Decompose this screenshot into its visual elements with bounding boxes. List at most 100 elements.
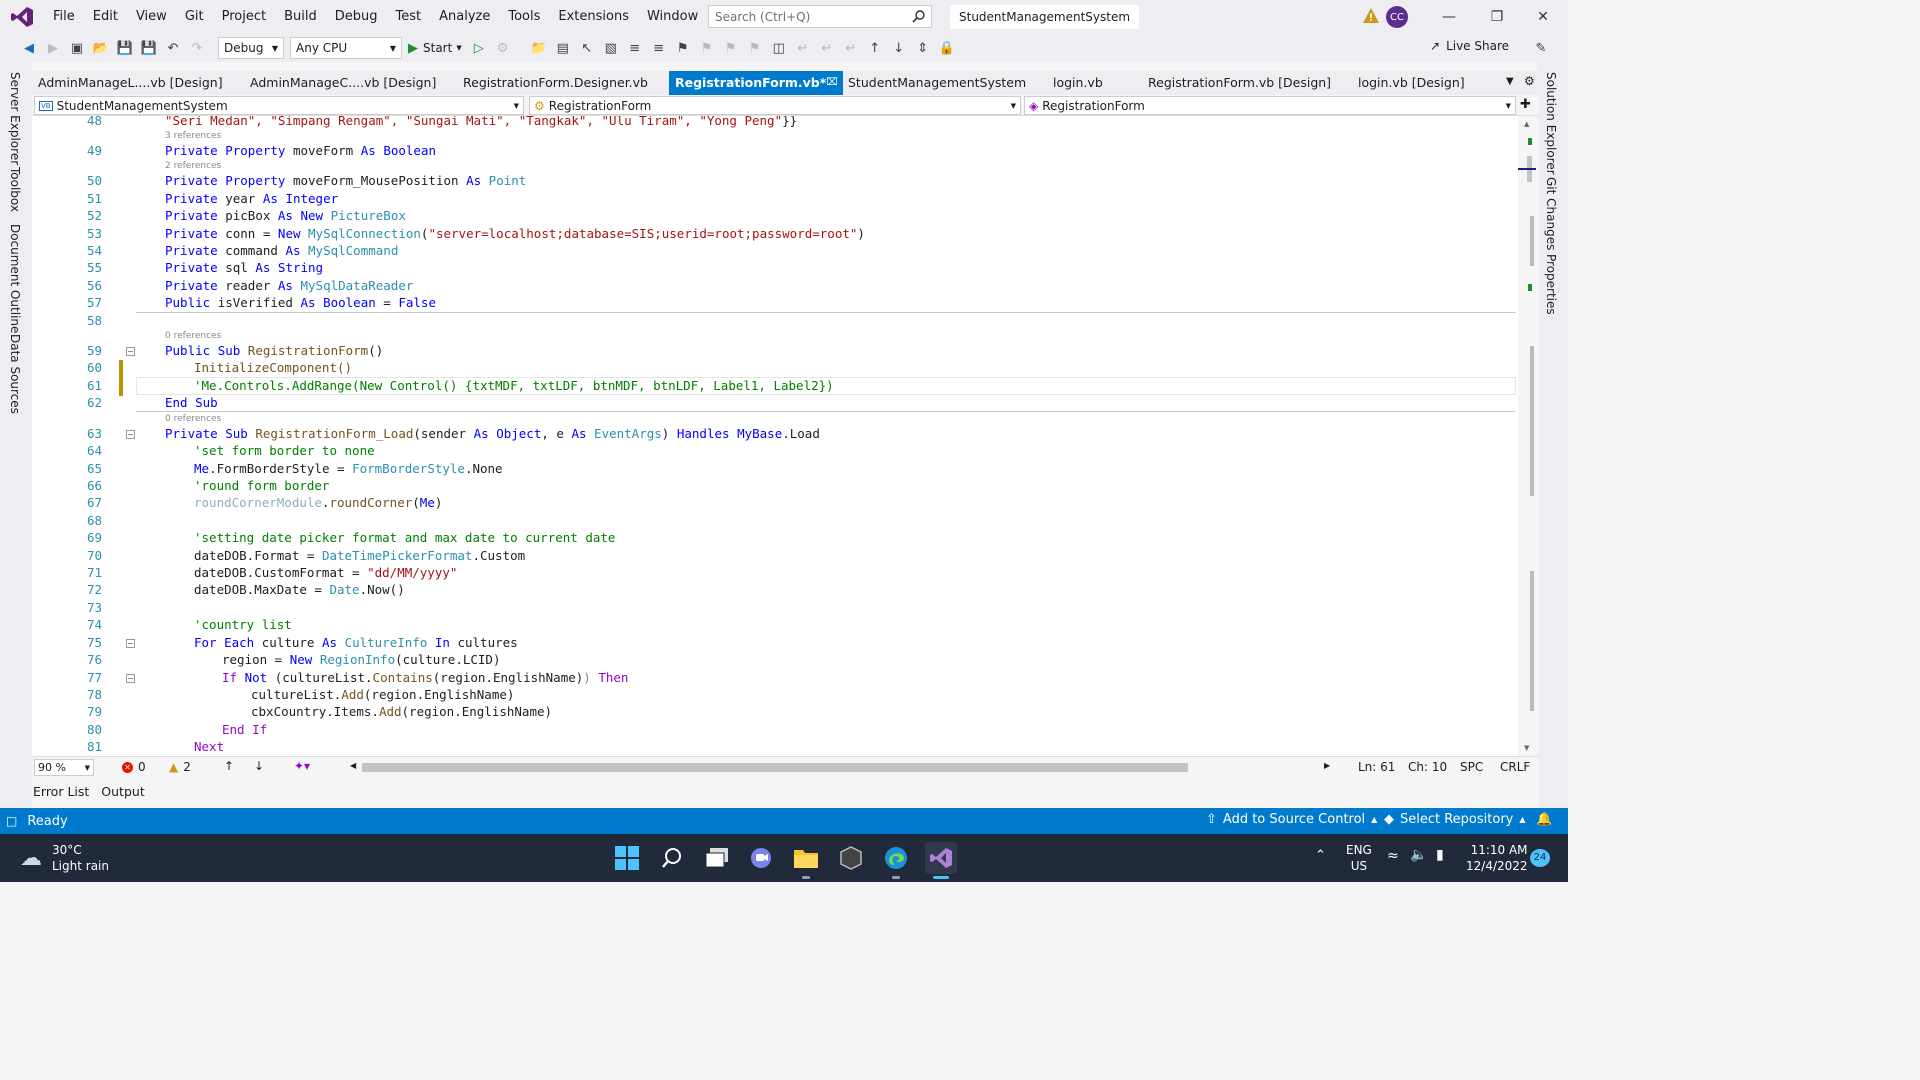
redo-icon[interactable]: ↷ bbox=[186, 37, 208, 59]
data-sources-tab[interactable]: Data Sources bbox=[8, 334, 22, 414]
member-dropdown[interactable]: ◈ RegistrationForm ▼ bbox=[1024, 96, 1516, 115]
menu-git[interactable]: Git bbox=[176, 0, 213, 34]
app-button[interactable] bbox=[835, 842, 867, 874]
step-over-icon[interactable]: ↵ bbox=[816, 37, 838, 59]
tab-settings-gear-icon[interactable]: ⚙ bbox=[1524, 74, 1535, 88]
project-dropdown[interactable]: VB StudentManagementSystem ▼ bbox=[34, 96, 524, 115]
user-avatar[interactable]: CC bbox=[1386, 6, 1408, 28]
comment-icon[interactable]: ≡ bbox=[648, 37, 670, 59]
properties-tab[interactable]: Properties bbox=[1544, 254, 1558, 315]
restore-button[interactable]: ❐ bbox=[1474, 0, 1520, 34]
line-indicator[interactable]: Ln: 61 bbox=[1358, 760, 1395, 774]
weather-widget[interactable]: ☁ 30°C Light rain bbox=[20, 842, 109, 874]
code-cleanup-icon[interactable]: ✦▾ bbox=[294, 759, 310, 773]
class-dropdown[interactable]: ⚙ RegistrationForm ▼ bbox=[529, 96, 1021, 115]
server-explorer-tab[interactable]: Server Explorer bbox=[8, 72, 22, 165]
minimize-button[interactable]: — bbox=[1426, 0, 1472, 34]
split-window-icon[interactable]: ✚ bbox=[1520, 97, 1531, 112]
solution-explorer-tab[interactable]: Solution Explorer bbox=[1544, 72, 1558, 175]
tab-error-list[interactable]: Error List bbox=[33, 784, 89, 799]
previous-issue-icon[interactable]: ↑ bbox=[224, 759, 234, 773]
live-share-button[interactable]: ↗ Live Share bbox=[1430, 39, 1509, 53]
tab-adminmanagel-design[interactable]: AdminManageL....vb [Design] bbox=[32, 71, 229, 95]
menu-project[interactable]: Project bbox=[213, 0, 275, 34]
column-indicator[interactable]: Ch: 10 bbox=[1408, 760, 1447, 774]
scroll-down-icon[interactable]: ▼ bbox=[1524, 744, 1529, 752]
code-editor[interactable]: 48 49 50 51 52 53 54 55 56 57 58 59 60 6… bbox=[32, 116, 1518, 756]
start-without-debugging-icon[interactable]: ▷ bbox=[468, 37, 490, 59]
select-repository-button[interactable]: ◆ Select Repository ▲ bbox=[1384, 812, 1526, 827]
collapse-region-icon[interactable]: − bbox=[126, 674, 135, 683]
navigate-forward-icon[interactable]: ▶ bbox=[42, 37, 64, 59]
format-icon[interactable]: ◫ bbox=[768, 37, 790, 59]
visual-studio-taskbar-button[interactable] bbox=[925, 842, 957, 879]
menu-edit[interactable]: Edit bbox=[84, 0, 127, 34]
scroll-left-icon[interactable]: ◀ bbox=[350, 761, 356, 770]
next-bookmark-icon[interactable]: ⚑ bbox=[720, 37, 742, 59]
visual-studio-logo-icon[interactable] bbox=[0, 0, 44, 34]
tab-login-design[interactable]: login.vb [Design] bbox=[1352, 71, 1471, 95]
step-out-icon[interactable]: ↵ bbox=[840, 37, 862, 59]
solution-explorer-icon[interactable]: 📁 bbox=[528, 37, 550, 59]
collapse-region-icon[interactable]: − bbox=[126, 430, 135, 439]
layout-icon[interactable]: ▤ bbox=[552, 37, 574, 59]
menu-extensions[interactable]: Extensions bbox=[549, 0, 638, 34]
start-debugging-button[interactable]: ▶ Start ▼ bbox=[408, 41, 462, 56]
prev-bookmark-icon[interactable]: ⚑ bbox=[696, 37, 718, 59]
clear-bookmarks-icon[interactable]: ⚑ bbox=[744, 37, 766, 59]
arrow-up-icon[interactable]: ↑ bbox=[864, 37, 886, 59]
step-into-icon[interactable]: ↵ bbox=[792, 37, 814, 59]
volume-icon[interactable]: 🔈 bbox=[1410, 847, 1427, 863]
zoom-select[interactable]: 90 % ▼ bbox=[34, 759, 94, 776]
teams-chat-button[interactable] bbox=[745, 842, 777, 874]
menu-view[interactable]: View bbox=[127, 0, 176, 34]
menu-build[interactable]: Build bbox=[275, 0, 326, 34]
warning-count-indicator[interactable]: ▲ 2 bbox=[169, 760, 191, 774]
tab-registrationform-vb[interactable]: RegistrationForm.vb* ⌧ ✕ bbox=[669, 71, 857, 95]
toolbox-tab[interactable]: Toolbox bbox=[8, 167, 22, 212]
menu-window[interactable]: Window bbox=[638, 0, 707, 34]
tab-overflow-icon[interactable]: ▼ bbox=[1506, 76, 1514, 87]
codelens-references[interactable]: 2 references bbox=[165, 161, 221, 171]
editor-horizontal-scrollbar[interactable] bbox=[362, 763, 1322, 772]
pin-icon[interactable]: ⌧ bbox=[826, 71, 838, 95]
scroll-right-icon[interactable]: ▶ bbox=[1324, 761, 1330, 770]
open-folder-icon[interactable]: 📂 bbox=[90, 37, 112, 59]
tab-output[interactable]: Output bbox=[101, 784, 144, 799]
tab-studentmanagementsystem[interactable]: StudentManagementSystem bbox=[842, 71, 1032, 95]
notification-warning-icon[interactable] bbox=[1363, 8, 1379, 23]
arrow-down-icon[interactable]: ↓ bbox=[888, 37, 910, 59]
notifications-bell-icon[interactable]: 🔔 bbox=[1536, 812, 1552, 827]
battery-icon[interactable]: ▮ bbox=[1436, 847, 1444, 863]
error-count-indicator[interactable]: ✕ 0 bbox=[122, 760, 146, 774]
select-element-icon[interactable]: ↖ bbox=[576, 37, 598, 59]
horizontal-scrollbar-thumb[interactable] bbox=[362, 763, 1188, 772]
file-explorer-button[interactable] bbox=[790, 842, 822, 879]
wifi-icon[interactable]: ≈ bbox=[1387, 848, 1399, 864]
feedback-icon[interactable]: ✎ bbox=[1530, 37, 1552, 59]
input-language-indicator[interactable]: ENG US bbox=[1346, 842, 1372, 874]
codelens-references[interactable]: 0 references bbox=[165, 414, 221, 424]
undo-icon[interactable]: ↶ bbox=[162, 37, 184, 59]
bookmark-icon[interactable]: ⚑ bbox=[672, 37, 694, 59]
tab-adminmanagec-design[interactable]: AdminManageC....vb [Design] bbox=[244, 71, 442, 95]
menu-debug[interactable]: Debug bbox=[326, 0, 387, 34]
save-icon[interactable]: 💾 bbox=[114, 37, 136, 59]
collapse-icon[interactable]: ⇕ bbox=[912, 37, 934, 59]
show-hidden-icons-chevron-icon[interactable]: ⌃ bbox=[1315, 848, 1326, 863]
tab-registrationform-design[interactable]: RegistrationForm.vb [Design] bbox=[1142, 71, 1337, 95]
edge-browser-button[interactable] bbox=[880, 842, 912, 879]
hot-reload-icon[interactable]: ⚙ bbox=[492, 37, 514, 59]
git-changes-tab[interactable]: Git Changes bbox=[1544, 177, 1558, 250]
add-to-source-control-button[interactable]: ⇧ Add to Source Control ▲ bbox=[1206, 812, 1377, 827]
start-button[interactable] bbox=[611, 842, 643, 874]
whitespace-indicator[interactable]: SPC bbox=[1460, 760, 1483, 774]
menu-tools[interactable]: Tools bbox=[499, 0, 549, 34]
taskbar-search-button[interactable] bbox=[656, 842, 688, 874]
navigate-back-icon[interactable]: ◀ bbox=[18, 37, 40, 59]
save-all-icon[interactable]: 💾 bbox=[138, 37, 160, 59]
tab-registrationform-designer[interactable]: RegistrationForm.Designer.vb bbox=[457, 71, 654, 95]
editor-vertical-scrollbar[interactable]: ▲ ▼ bbox=[1518, 116, 1538, 756]
configuration-select[interactable]: Debug ▼ bbox=[218, 37, 284, 59]
next-issue-icon[interactable]: ↓ bbox=[254, 759, 264, 773]
